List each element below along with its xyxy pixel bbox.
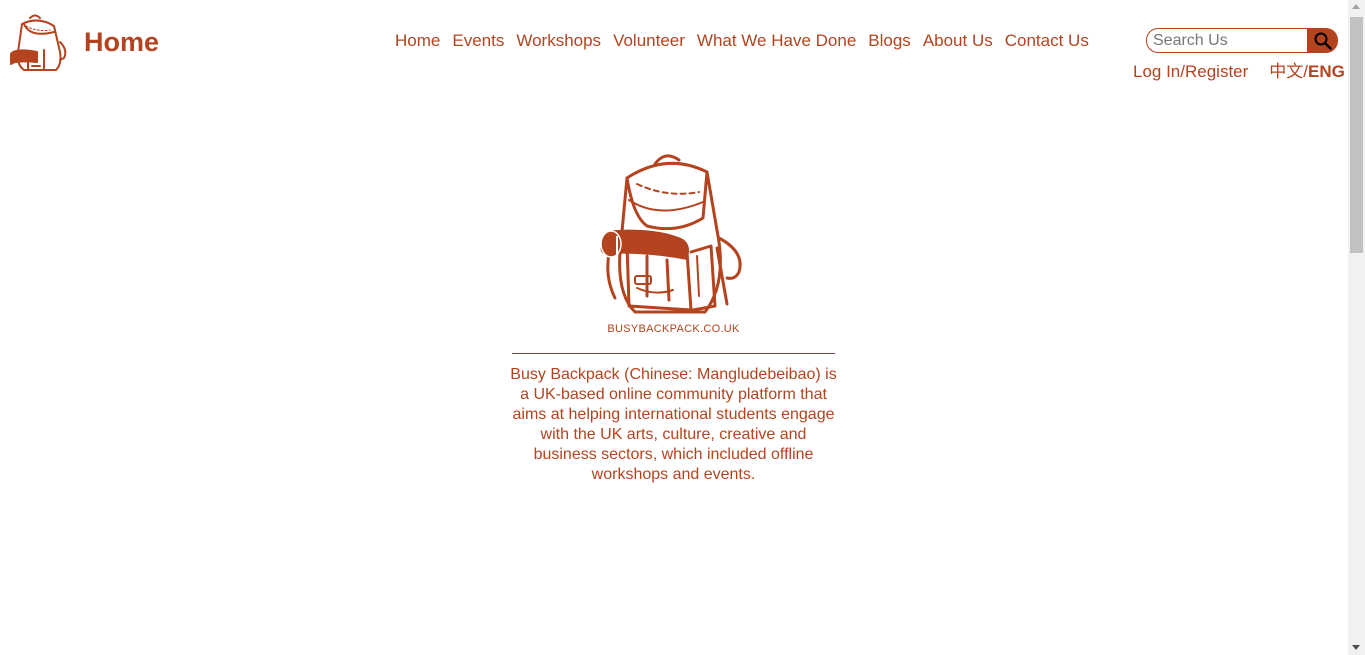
search-button[interactable] [1307,28,1338,53]
scroll-down-arrow-icon[interactable] [1352,645,1360,650]
search-icon [1314,32,1332,50]
search-input[interactable] [1146,28,1307,53]
login-register-link[interactable]: Log In/Register [1133,62,1248,82]
site-url-caption: BUSYBACKPACK.CO.UK [607,323,740,335]
lang-english[interactable]: ENG [1308,62,1345,82]
nav-about-us[interactable]: About Us [917,31,999,51]
page: Home Home Events Workshops Volunteer Wha… [0,0,1365,655]
main-nav: Home Events Workshops Volunteer What We … [389,31,1095,51]
scroll-up-arrow-icon[interactable] [1352,4,1360,9]
vertical-scrollbar[interactable] [1348,0,1365,655]
divider [512,353,835,354]
nav-volunteer[interactable]: Volunteer [607,31,691,51]
lang-chinese[interactable]: 中文 [1269,62,1303,82]
backpack-logo-icon[interactable] [8,12,70,74]
nav-events[interactable]: Events [446,31,510,51]
nav-blogs[interactable]: Blogs [862,31,917,51]
backpack-illustration [600,154,742,314]
nav-contact-us[interactable]: Contact Us [999,31,1095,51]
scroll-thumb[interactable] [1350,17,1363,253]
nav-what-we-have-done[interactable]: What We Have Done [691,31,862,51]
language-switch: 中文 / ENG [1269,62,1345,82]
nav-home[interactable]: Home [389,31,446,51]
account-row: Log In/Register 中文 / ENG [1133,62,1345,82]
page-title: Home [84,27,160,57]
about-description: Busy Backpack (Chinese: Mangludebeibao) … [510,366,837,483]
nav-workshops[interactable]: Workshops [510,31,607,51]
search-box [1146,28,1338,53]
